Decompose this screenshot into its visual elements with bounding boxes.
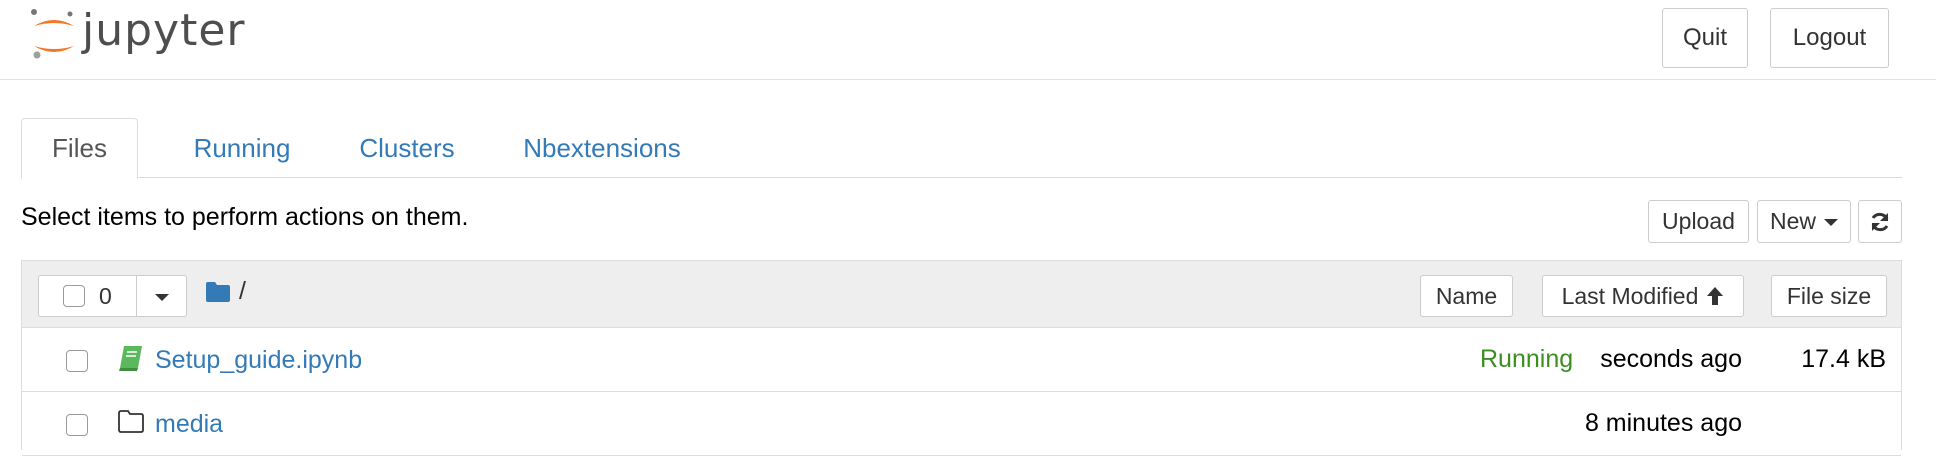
header-bar: jupyter Quit Logout — [0, 0, 1936, 80]
folder-icon[interactable] — [205, 281, 231, 303]
row-checkbox[interactable] — [66, 350, 88, 372]
last-modified: seconds ago — [1600, 345, 1742, 373]
sort-by-name-button[interactable]: Name — [1420, 275, 1513, 317]
selection-hint: Select items to perform actions on them. — [21, 203, 469, 231]
folder-name-link[interactable]: media — [155, 410, 223, 439]
upload-button[interactable]: Upload — [1648, 200, 1749, 243]
file-list: 0 / Name Last Modified File size Setup_g… — [21, 260, 1902, 456]
refresh-icon — [1871, 212, 1889, 231]
quit-button[interactable]: Quit — [1662, 8, 1748, 68]
select-all-checkbox[interactable] — [63, 285, 85, 307]
select-all-group: 0 — [38, 275, 187, 317]
sort-by-size-button[interactable]: File size — [1771, 275, 1887, 317]
file-name-link[interactable]: Setup_guide.ipynb — [155, 346, 362, 375]
file-list-header: 0 / Name Last Modified File size — [22, 261, 1901, 328]
file-row[interactable]: Setup_guide.ipynb Running seconds ago 17… — [22, 328, 1901, 392]
tab-running[interactable]: Running — [171, 118, 313, 179]
file-size: 17.4 kB — [1801, 345, 1886, 373]
select-dropdown-toggle[interactable] — [137, 276, 186, 316]
tab-bar: Files Running Clusters Nbextensions — [21, 118, 1902, 179]
logo-text: jupyter — [82, 5, 246, 56]
caret-down-icon — [154, 293, 169, 301]
running-status: Running — [1480, 345, 1574, 373]
row-checkbox[interactable] — [66, 414, 88, 436]
arrow-up-icon — [1707, 287, 1724, 305]
caret-down-icon — [1824, 219, 1838, 226]
sort-modified-label: Last Modified — [1561, 282, 1699, 309]
new-dropdown-button[interactable]: New — [1757, 200, 1851, 243]
selected-count: 0 — [99, 282, 112, 309]
logout-button[interactable]: Logout — [1770, 8, 1889, 68]
jupyter-logo-icon — [31, 9, 74, 59]
tab-clusters[interactable]: Clusters — [339, 118, 475, 179]
new-button-label: New — [1769, 208, 1816, 234]
select-all-control[interactable]: 0 — [39, 276, 137, 316]
refresh-button[interactable] — [1858, 200, 1902, 243]
last-modified: 8 minutes ago — [1584, 409, 1742, 437]
breadcrumb-root[interactable]: / — [239, 277, 246, 306]
tab-files[interactable]: Files — [21, 118, 138, 179]
sort-by-modified-button[interactable]: Last Modified — [1542, 275, 1744, 317]
tab-nbextensions[interactable]: Nbextensions — [499, 118, 705, 179]
file-row[interactable]: media 8 minutes ago — [22, 392, 1901, 456]
jupyter-logo[interactable]: jupyter — [28, 6, 246, 64]
folder-outline-icon — [118, 410, 144, 433]
notebook-icon — [119, 346, 142, 371]
